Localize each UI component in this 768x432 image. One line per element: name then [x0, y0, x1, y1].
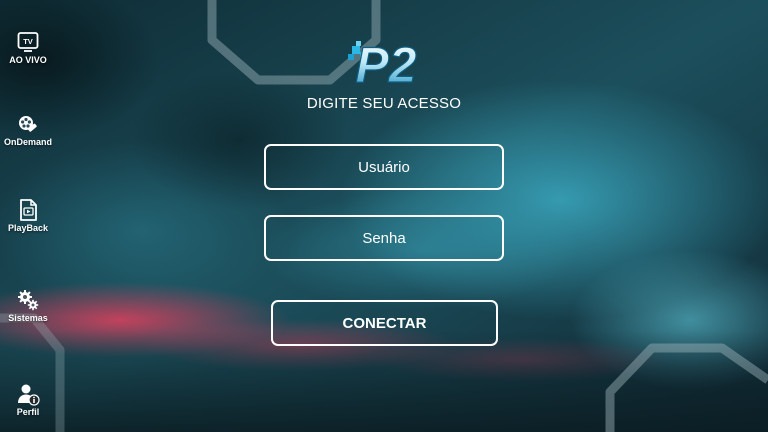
sidebar-item-perfil[interactable]: Perfil: [0, 382, 56, 428]
login-screen: TV AO VIVO OnDemand PlayBack Sistemas Pe…: [0, 0, 768, 432]
sidebar-item-label: Sistemas: [8, 313, 48, 323]
tv-icon-text: TV: [23, 37, 33, 46]
logo-text: P2: [355, 37, 416, 93]
tv-icon: TV: [17, 32, 39, 52]
sidebar-item-ondemand[interactable]: OnDemand: [0, 112, 56, 158]
sidebar-item-label: OnDemand: [3, 137, 52, 147]
playback-file-icon: [20, 199, 37, 221]
sidebar-item-playback[interactable]: PlayBack: [0, 198, 56, 244]
sidebar-item-label: AO VIVO: [9, 55, 47, 65]
sidebar-item-label: Perfil: [16, 407, 40, 417]
sidebar-item-label: PlayBack: [7, 223, 49, 233]
gears-icon: [18, 290, 39, 311]
password-field[interactable]: [264, 215, 504, 261]
sidebar-item-sistemas[interactable]: Sistemas: [0, 288, 56, 334]
film-reel-icon: [19, 116, 37, 132]
sidebar-nav: TV AO VIVO OnDemand PlayBack Sistemas Pe…: [0, 0, 56, 432]
p2-logo: P2: [348, 36, 417, 94]
user-info-icon: [18, 384, 40, 406]
username-field[interactable]: [264, 144, 504, 190]
page-title: DIGITE SEU ACESSO: [306, 95, 462, 112]
sidebar-item-ao-vivo[interactable]: TV AO VIVO: [0, 30, 56, 76]
connect-button[interactable]: CONECTAR: [271, 300, 498, 346]
